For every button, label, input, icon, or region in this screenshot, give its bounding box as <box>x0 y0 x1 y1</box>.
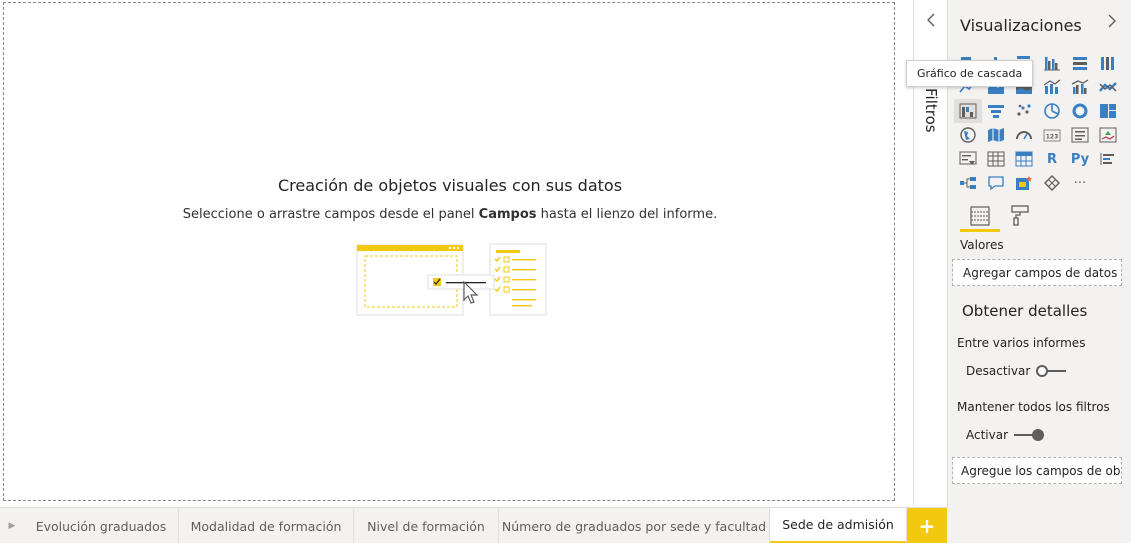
cross-report-label: Entre varios informes <box>957 336 1086 350</box>
waterfall-chart-icon[interactable] <box>954 99 982 123</box>
more-visuals-icon[interactable]: ··· <box>1066 171 1094 195</box>
treemap-icon[interactable] <box>1094 99 1122 123</box>
100-stacked-column-chart-icon[interactable] <box>1094 51 1122 75</box>
page-tab-active[interactable]: Sede de admisión <box>770 508 907 543</box>
visualizations-title: Visualizaciones <box>960 16 1082 35</box>
drillthrough-drop-well[interactable]: Agregue los campos de ob... <box>952 457 1122 484</box>
keep-filters-toggle-row: Activar <box>966 428 1045 442</box>
card-icon[interactable]: 123 <box>1038 123 1066 147</box>
key-influencers-icon[interactable] <box>1094 147 1122 171</box>
drillthrough-heading: Obtener detalles <box>962 302 1088 320</box>
scatter-chart-icon[interactable] <box>1010 99 1038 123</box>
keep-filters-state: Activar <box>966 428 1009 442</box>
chevron-right-icon[interactable] <box>1104 13 1120 33</box>
decomposition-tree-icon[interactable] <box>954 171 982 195</box>
multi-row-card-icon[interactable] <box>1066 123 1094 147</box>
cross-report-toggle[interactable] <box>1036 365 1067 377</box>
pie-chart-icon[interactable] <box>1038 99 1066 123</box>
fields-tab[interactable] <box>960 200 1000 232</box>
python-visual-icon[interactable]: Py <box>1066 147 1094 171</box>
visual-tooltip: Gráfico de cascada <box>906 60 1034 87</box>
qa-visual-icon[interactable] <box>982 171 1010 195</box>
cross-report-state: Desactivar <box>966 364 1031 378</box>
format-paint-icon <box>1011 205 1029 226</box>
page-tab[interactable]: Número de graduados por sede y facultad <box>499 508 770 543</box>
fields-icon <box>970 206 990 226</box>
clustered-column-chart-icon[interactable] <box>1038 51 1066 75</box>
format-tab[interactable] <box>1004 200 1036 230</box>
line-and-stacked-column-chart-icon[interactable] <box>1038 75 1066 99</box>
filters-label[interactable]: Filtros <box>922 88 940 133</box>
line-and-clustered-column-chart-icon[interactable] <box>1066 75 1094 99</box>
cross-report-toggle-row: Desactivar <box>966 364 1067 378</box>
matrix-icon[interactable] <box>1010 147 1038 171</box>
active-tab-indicator <box>960 229 1000 232</box>
subtitle-text-end: hasta el lienzo del informe. <box>536 207 718 222</box>
kpi-icon[interactable] <box>1094 123 1122 147</box>
donut-chart-icon[interactable] <box>1066 99 1094 123</box>
keep-filters-label: Mantener todos los filtros <box>957 400 1110 414</box>
map-icon[interactable] <box>954 123 982 147</box>
scroll-left-icon[interactable]: ▶ <box>0 508 24 543</box>
table-icon[interactable] <box>982 147 1010 171</box>
ribbon-chart-icon[interactable] <box>1094 75 1122 99</box>
chevron-left-icon[interactable] <box>923 12 939 32</box>
values-drop-well[interactable]: Agregar campos de datos a... <box>952 259 1122 286</box>
100-stacked-bar-chart-icon[interactable] <box>1066 51 1094 75</box>
empty-state-subtitle: Seleccione o arrastre campos desde el pa… <box>4 207 896 222</box>
canvas-page[interactable]: Creación de objetos visuales con sus dat… <box>3 2 895 501</box>
smart-narrative-icon[interactable] <box>1010 171 1038 195</box>
report-editor: Creación de objetos visuales con sus dat… <box>0 0 1131 543</box>
empty-state-illustration <box>356 243 547 316</box>
values-well-label: Valores <box>960 238 1004 252</box>
keep-filters-toggle[interactable] <box>1014 429 1045 441</box>
slicer-icon[interactable] <box>954 147 982 171</box>
page-tab[interactable]: Modalidad de formación <box>179 508 354 543</box>
page-tab[interactable]: Evolución graduados <box>24 508 179 543</box>
filled-map-icon[interactable] <box>982 123 1010 147</box>
subtitle-text-start: Seleccione o arrastre campos desde el pa… <box>182 207 479 222</box>
svg-text:123: 123 <box>1046 134 1059 141</box>
funnel-chart-icon[interactable] <box>982 99 1010 123</box>
page-tab-bar: ▶ Evolución graduados Modalidad de forma… <box>0 507 948 543</box>
page-tab[interactable]: Nivel de formación <box>354 508 499 543</box>
empty-state-title: Creación de objetos visuales con sus dat… <box>277 176 623 195</box>
gauge-icon[interactable] <box>1010 123 1038 147</box>
r-script-visual-icon[interactable]: R <box>1038 147 1066 171</box>
report-canvas[interactable]: Creación de objetos visuales con sus dat… <box>0 0 914 506</box>
add-page-button[interactable]: + <box>907 508 947 543</box>
subtitle-fields-bold: Campos <box>478 207 537 222</box>
power-apps-icon[interactable] <box>1038 171 1066 195</box>
